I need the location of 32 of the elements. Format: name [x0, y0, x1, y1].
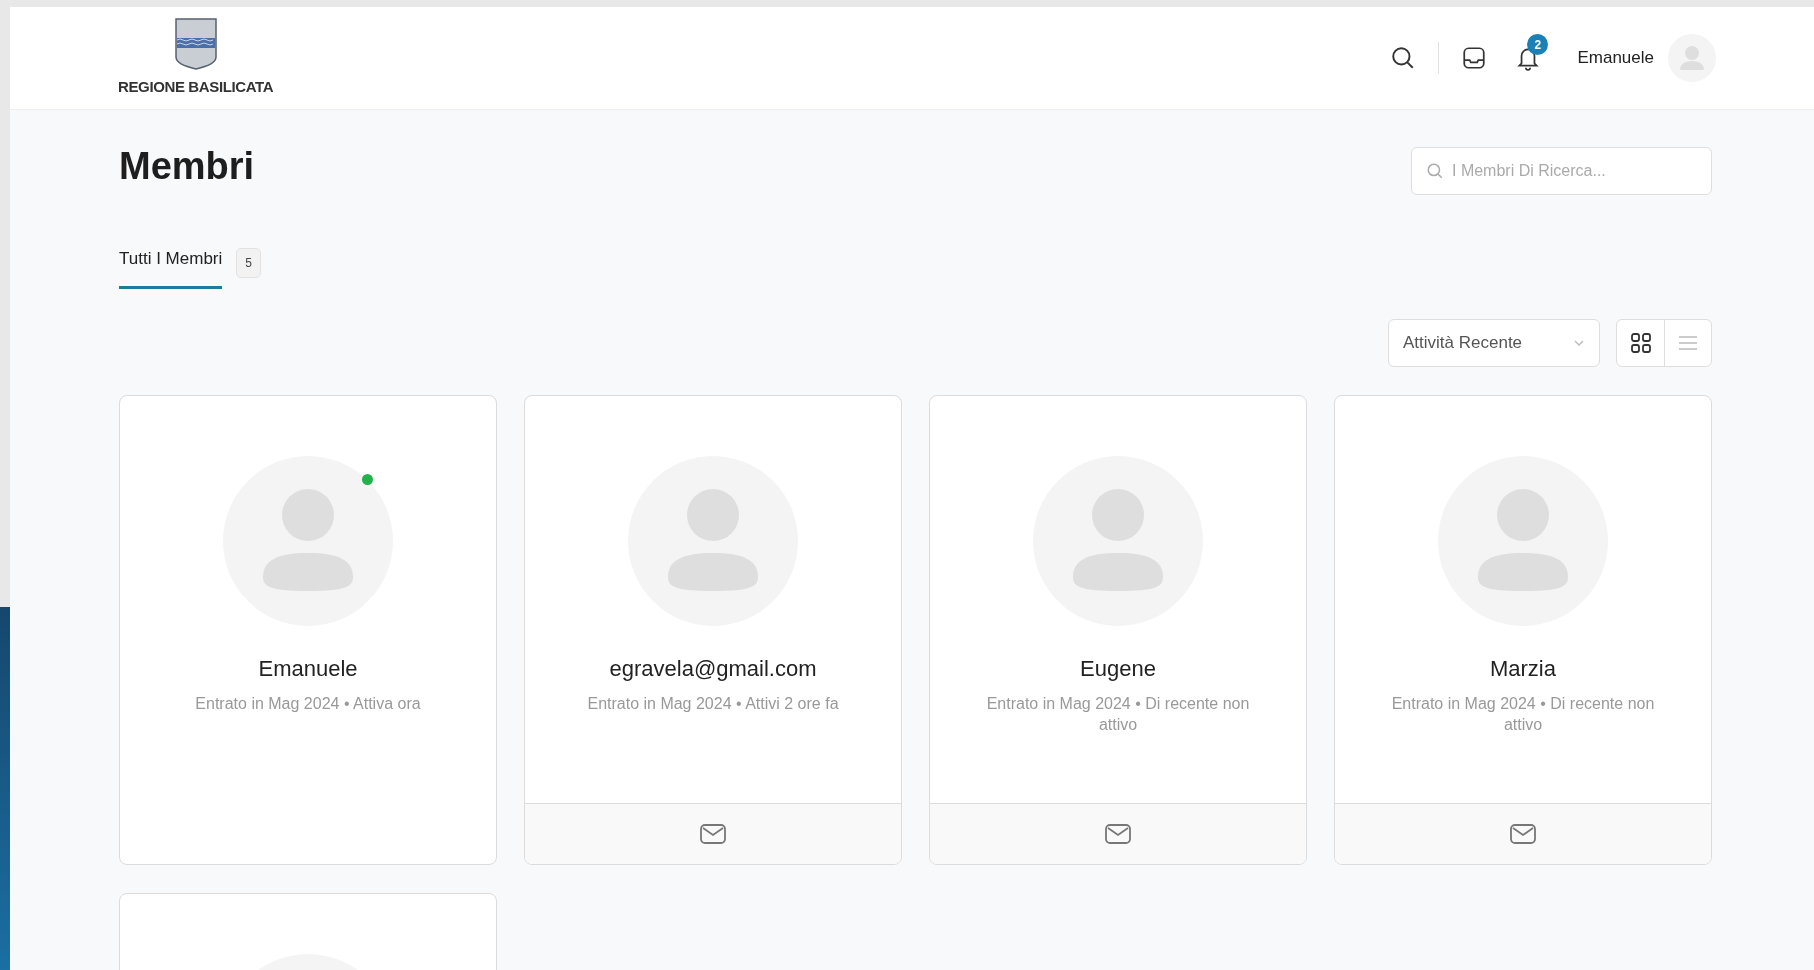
message-button[interactable]: [525, 802, 901, 864]
notification-badge: 2: [1527, 34, 1549, 55]
search-icon: [1426, 162, 1444, 180]
member-meta: Entrato in Mag 2024 • Attiva ora: [195, 693, 421, 714]
envelope-icon: [1104, 822, 1132, 845]
count-badge: 5: [236, 248, 261, 278]
member-card[interactable]: egravela@gmail.com Entrato in Mag 2024 • Attivi 2 ore fa: [524, 394, 902, 865]
envelope-icon: [1509, 822, 1537, 845]
inbox-icon[interactable]: [1461, 45, 1488, 71]
caret-icon: [1573, 338, 1585, 347]
page-title: Membri: [119, 143, 255, 189]
coat-of-arms-logo[interactable]: [174, 17, 217, 70]
member-name[interactable]: Marzia: [1490, 651, 1556, 685]
message-button[interactable]: [1335, 802, 1711, 864]
grid-icon: [1628, 330, 1653, 355]
member-name[interactable]: Eugene: [1080, 651, 1156, 685]
member-card[interactable]: Eugene Entrato in Mag 2024 • Di recente non attivo: [929, 394, 1307, 865]
avatar-icon[interactable]: [1668, 34, 1716, 82]
member-name[interactable]: egravela@gmail.com: [609, 651, 817, 685]
envelope-icon: [699, 822, 727, 845]
user-name[interactable]: Emanuele: [1577, 45, 1654, 71]
sort-dropdown[interactable]: Attività Recente: [1388, 318, 1600, 367]
member-card[interactable]: Emanuele Entrato in Mag 2024 • Attiva ora: [119, 394, 497, 865]
logo-text: REGIONE BASILICATA: [118, 76, 274, 97]
search-field[interactable]: I Membri Di Ricerca...: [1411, 147, 1712, 195]
member-meta: Entrato in Mag 2024 • Attivi 2 ore fa: [587, 693, 839, 714]
message-button[interactable]: [930, 802, 1306, 864]
member-meta: Entrato in Mag 2024 • Di recente non attivo: [985, 693, 1251, 735]
member-name[interactable]: Emanuele: [258, 651, 358, 685]
member-meta: Entrato in Mag 2024 • Di recente non attivo: [1390, 693, 1656, 735]
member-card[interactable]: Marzia Entrato in Mag 2024 • Di recente non attivo: [1334, 394, 1712, 865]
tab[interactable]: Tutti I Membri: [119, 246, 223, 289]
